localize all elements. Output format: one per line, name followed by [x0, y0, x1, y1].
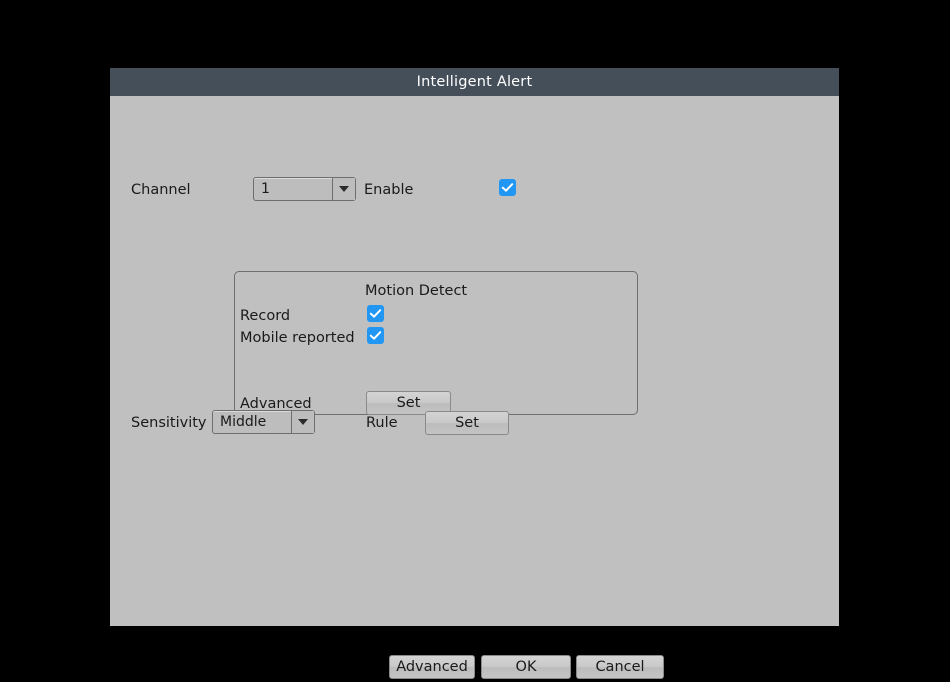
screen: Intelligent Alert Channel 1 Enable Motio…	[0, 0, 950, 682]
motion-detect-column-header: Motion Detect	[365, 284, 467, 299]
chevron-down-icon[interactable]	[332, 178, 355, 200]
record-label: Record	[240, 309, 290, 324]
check-icon	[367, 305, 384, 322]
dialog-titlebar: Intelligent Alert	[110, 68, 839, 96]
sensitivity-dropdown[interactable]: Middle	[212, 410, 315, 434]
sensitivity-dropdown-value: Middle	[213, 411, 291, 433]
rule-set-button[interactable]: Set	[425, 411, 509, 435]
enable-label: Enable	[364, 183, 413, 198]
dialog-body: Channel 1 Enable Motion Detect Record	[110, 96, 839, 626]
rule-label: Rule	[366, 416, 398, 431]
check-icon	[499, 179, 516, 196]
channel-dropdown-value: 1	[254, 178, 332, 200]
check-icon	[367, 327, 384, 344]
record-checkbox[interactable]	[367, 305, 384, 322]
footer-ok-button[interactable]: OK	[481, 655, 571, 679]
enable-checkbox[interactable]	[499, 179, 516, 196]
mobile-reported-checkbox[interactable]	[367, 327, 384, 344]
channel-label: Channel	[131, 183, 191, 198]
chevron-down-icon[interactable]	[291, 411, 314, 433]
sensitivity-label: Sensitivity	[131, 416, 207, 431]
alert-actions-groupbox: Motion Detect Record Mobile reported Adv…	[234, 271, 638, 415]
mobile-reported-label: Mobile reported	[240, 331, 355, 346]
channel-dropdown[interactable]: 1	[253, 177, 356, 201]
footer-cancel-button[interactable]: Cancel	[576, 655, 664, 679]
intelligent-alert-dialog: Intelligent Alert Channel 1 Enable Motio…	[110, 68, 839, 626]
footer-advanced-button[interactable]: Advanced	[389, 655, 475, 679]
dialog-title: Intelligent Alert	[417, 74, 533, 90]
